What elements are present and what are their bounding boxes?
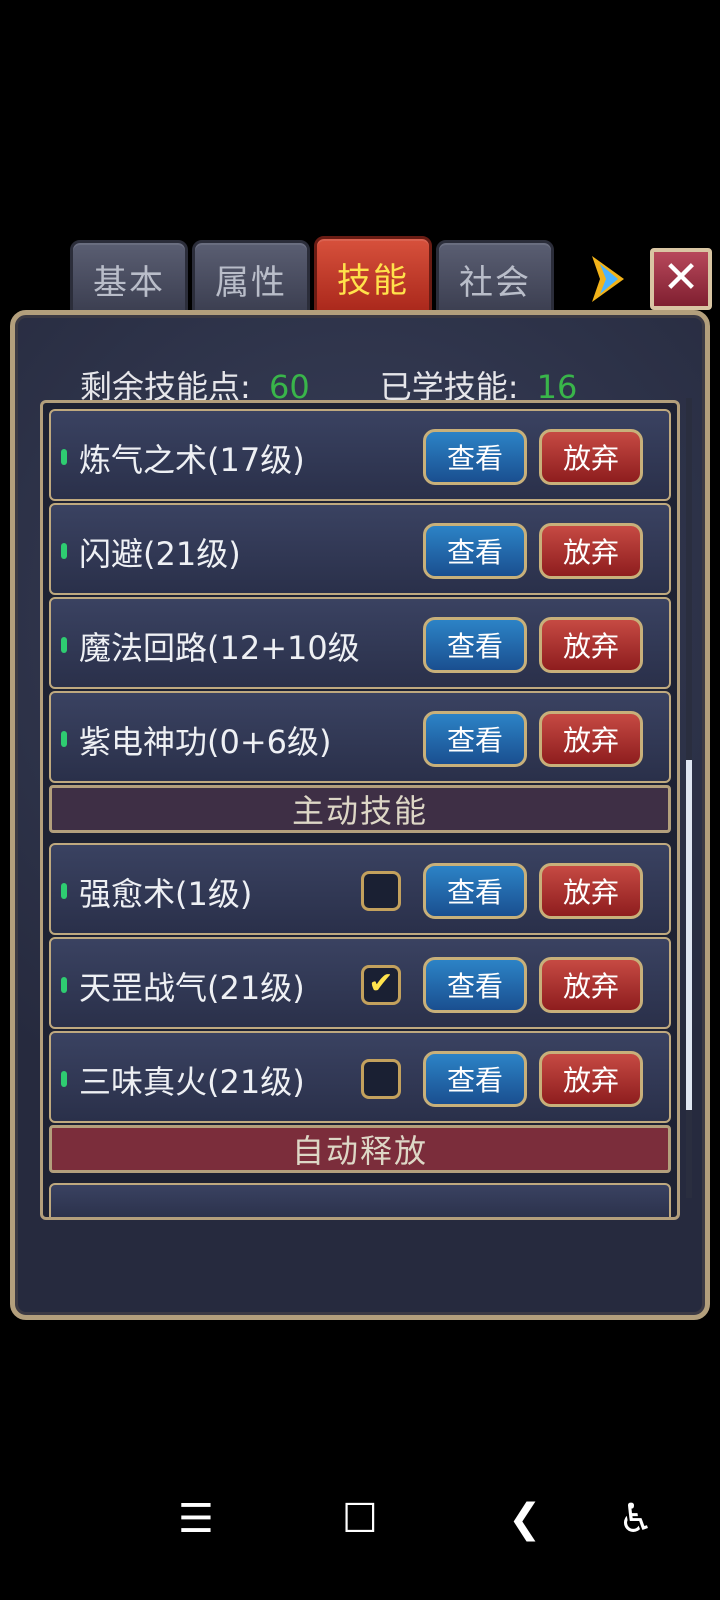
auto-cast-checkbox[interactable]	[361, 871, 401, 911]
view-button[interactable]: 查看	[423, 957, 527, 1013]
tick-icon	[61, 883, 67, 899]
section-header-active-skills: 主动技能	[49, 785, 671, 833]
section-header-auto-cast: 自动释放	[49, 1125, 671, 1173]
tab-basic[interactable]: 基本	[70, 240, 188, 318]
drop-button[interactable]: 放弃	[539, 617, 643, 673]
close-button[interactable]: ✕	[650, 248, 712, 310]
auto-cast-checkbox[interactable]: ✔	[361, 965, 401, 1005]
home-icon[interactable]: ☐	[342, 1496, 378, 1542]
skill-name: 炼气之术(17级)	[79, 441, 305, 479]
skill-row: 紫电神功(0+6级) 查看 放弃	[49, 691, 671, 783]
tab-social[interactable]: 社会	[436, 240, 554, 318]
tab-skills[interactable]: 技能	[314, 236, 432, 318]
view-button[interactable]: 查看	[423, 429, 527, 485]
view-button[interactable]: 查看	[423, 617, 527, 673]
auto-cast-checkbox[interactable]	[361, 1059, 401, 1099]
skill-name: 三味真火(21级)	[79, 1063, 305, 1101]
tick-icon	[61, 1071, 67, 1087]
skill-name: 强愈术(1级)	[79, 875, 253, 913]
back-icon[interactable]: ❮	[508, 1496, 542, 1542]
android-navbar: ☰ ☐ ❮ ♿	[0, 1490, 720, 1550]
tab-bar: 基本 属性 技能 社会	[70, 236, 554, 318]
view-button[interactable]: 查看	[423, 711, 527, 767]
skill-row-partial	[49, 1183, 671, 1217]
skill-name: 天罡战气(21级)	[79, 969, 305, 1007]
skill-name: 紫电神功(0+6级)	[79, 723, 332, 761]
view-button[interactable]: 查看	[423, 1051, 527, 1107]
skill-row: 强愈术(1级) 查看 放弃	[49, 843, 671, 935]
tick-icon	[61, 731, 67, 747]
tab-attributes[interactable]: 属性	[192, 240, 310, 318]
scrollbar-thumb[interactable]	[686, 760, 692, 1110]
next-arrow-icon[interactable]	[588, 254, 628, 304]
drop-button[interactable]: 放弃	[539, 429, 643, 485]
drop-button[interactable]: 放弃	[539, 711, 643, 767]
tick-icon	[61, 449, 67, 465]
view-button[interactable]: 查看	[423, 863, 527, 919]
skill-name: 闪避(21级)	[79, 535, 241, 573]
drop-button[interactable]: 放弃	[539, 1051, 643, 1107]
skill-row: 炼气之术(17级) 查看 放弃	[49, 409, 671, 501]
accessibility-icon[interactable]: ♿	[618, 1496, 654, 1542]
tick-icon	[61, 977, 67, 993]
tick-icon	[61, 543, 67, 559]
tick-icon	[61, 637, 67, 653]
skill-row: 闪避(21级) 查看 放弃	[49, 503, 671, 595]
view-button[interactable]: 查看	[423, 523, 527, 579]
menu-icon[interactable]: ☰	[178, 1496, 214, 1542]
drop-button[interactable]: 放弃	[539, 863, 643, 919]
skill-row: 魔法回路(12+10级 查看 放弃	[49, 597, 671, 689]
skill-row: 三味真火(21级) 查看 放弃	[49, 1031, 671, 1123]
drop-button[interactable]: 放弃	[539, 957, 643, 1013]
drop-button[interactable]: 放弃	[539, 523, 643, 579]
skill-name: 魔法回路(12+10级	[79, 629, 360, 667]
skill-row: 天罡战气(21级) ✔ 查看 放弃	[49, 937, 671, 1029]
skill-list[interactable]: 炼气之术(17级) 查看 放弃 闪避(21级) 查看 放弃 魔法回路(12+10…	[40, 400, 680, 1220]
